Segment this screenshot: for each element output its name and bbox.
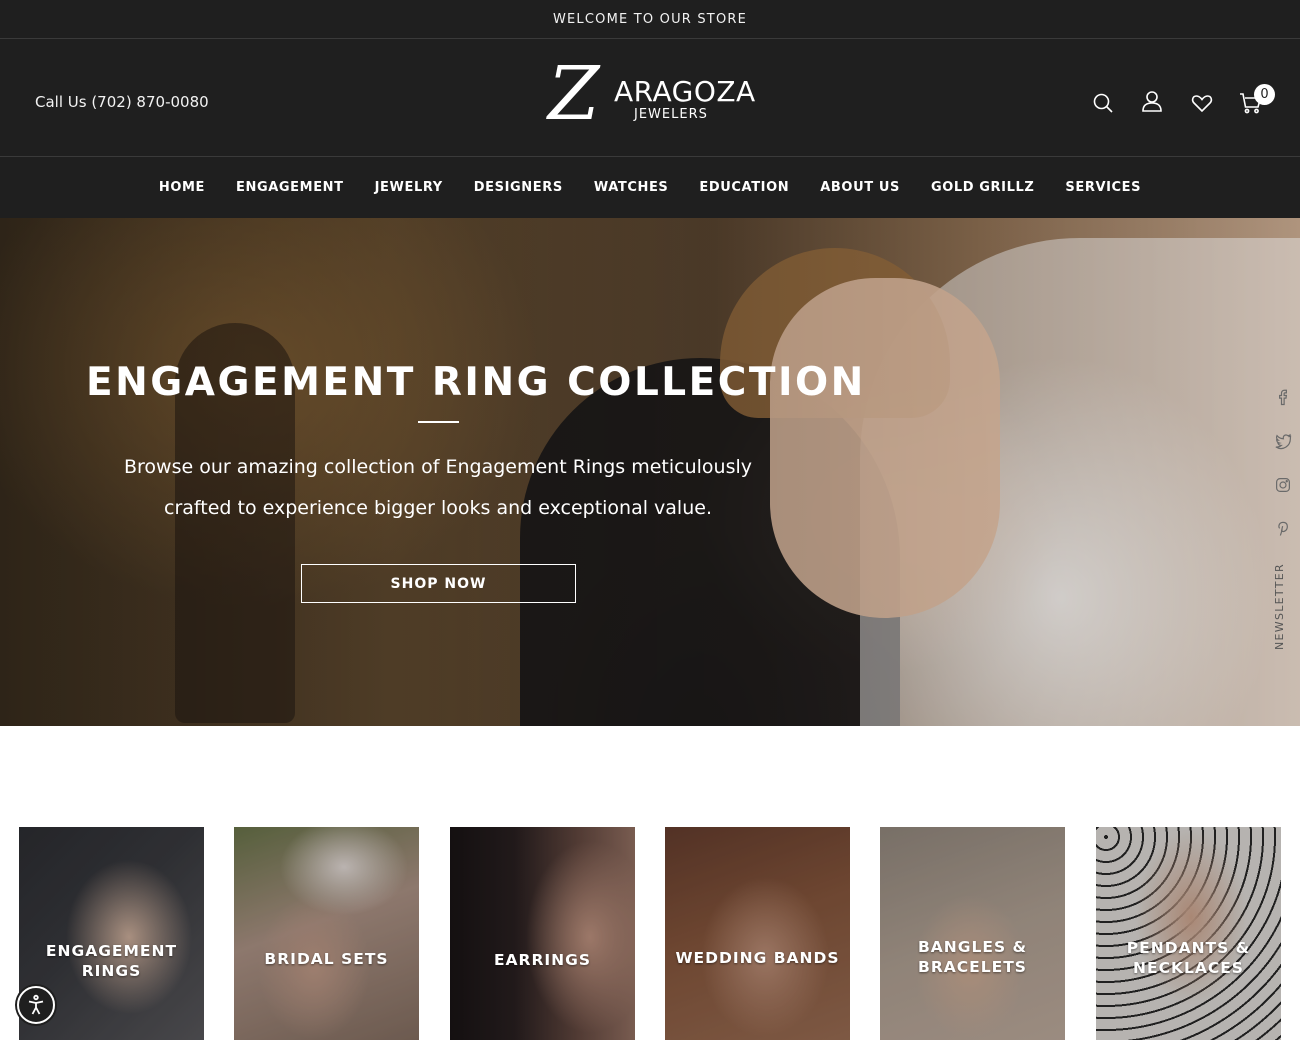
- category-label-line1: WEDDING BANDS: [675, 949, 840, 967]
- category-label: BANGLES & BRACELETS: [880, 937, 1065, 977]
- nav-item-watches[interactable]: WATCHES: [578, 180, 684, 195]
- hero-title: ENGAGEMENT RING COLLECTION: [86, 360, 866, 405]
- newsletter-tab[interactable]: NEWSLETTER: [1273, 563, 1286, 650]
- site-logo[interactable]: Z ARAGOZA JEWELERS: [548, 57, 773, 135]
- pinterest-icon[interactable]: [1272, 519, 1294, 541]
- facebook-icon[interactable]: [1272, 388, 1294, 410]
- nav-item-designers[interactable]: DESIGNERS: [458, 180, 578, 195]
- nav-item-about-us[interactable]: ABOUT US: [805, 180, 916, 195]
- instagram-icon[interactable]: [1272, 476, 1294, 498]
- category-label-line1: ENGAGEMENT: [45, 942, 178, 960]
- nav-item-jewelry[interactable]: JEWELRY: [359, 180, 458, 195]
- announcement-bar: WELCOME TO OUR STORE: [0, 0, 1300, 39]
- main-navigation: HOME ENGAGEMENT JEWELRY DESIGNERS WATCHE…: [0, 157, 1300, 218]
- hero-banner: ENGAGEMENT RING COLLECTION Browse our am…: [0, 218, 1300, 726]
- hero-description-line1: Browse our amazing collection of Engagem…: [123, 456, 752, 478]
- category-label: BRIDAL SETS: [234, 949, 419, 969]
- accessibility-button[interactable]: [17, 986, 55, 1024]
- category-label-line2: NECKLACES: [1133, 959, 1244, 977]
- nav-item-gold-grillz[interactable]: GOLD GRILLZ: [915, 180, 1049, 195]
- category-tile-earrings[interactable]: EARRINGS: [450, 827, 635, 1040]
- hero-divider: [418, 421, 459, 423]
- logo-subtitle: JEWELERS: [634, 107, 708, 122]
- logo-initial: Z: [548, 51, 600, 137]
- nav-item-home[interactable]: HOME: [143, 180, 220, 195]
- category-tile-wedding-bands[interactable]: WEDDING BANDS: [665, 827, 850, 1040]
- category-label: WEDDING BANDS: [665, 948, 850, 968]
- hero-description-line2: crafted to experience bigger looks and e…: [164, 497, 712, 519]
- category-label-line1: EARRINGS: [493, 951, 592, 969]
- site-header: Call Us (702) 870-0080 Z ARAGOZA JEWELER…: [0, 39, 1300, 157]
- nav-item-engagement[interactable]: ENGAGEMENT: [221, 180, 360, 195]
- category-label-line2: BRACELETS: [918, 958, 1027, 976]
- category-label: ENGAGEMENT RINGS: [19, 941, 204, 981]
- cart-count-badge: 0: [1254, 84, 1275, 105]
- account-icon[interactable]: [1140, 89, 1164, 113]
- category-label: EARRINGS: [450, 950, 635, 970]
- category-tile-pendants-necklaces[interactable]: PENDANTS & NECKLACES: [1096, 827, 1281, 1040]
- shop-now-button[interactable]: SHOP NOW: [301, 564, 576, 603]
- search-icon[interactable]: [1091, 91, 1115, 115]
- announcement-text: WELCOME TO OUR STORE: [552, 11, 748, 27]
- category-tile-bridal-sets[interactable]: BRIDAL SETS: [234, 827, 419, 1040]
- wishlist-heart-icon[interactable]: [1190, 91, 1214, 115]
- category-label-line1: BANGLES &: [917, 938, 1028, 956]
- nav-item-education[interactable]: EDUCATION: [684, 180, 805, 195]
- twitter-icon[interactable]: [1272, 432, 1294, 454]
- logo-name: ARAGOZA: [614, 75, 756, 108]
- hero-description: Browse our amazing collection of Engagem…: [80, 447, 796, 529]
- category-tile-bangles-bracelets[interactable]: BANGLES & BRACELETS: [880, 827, 1065, 1040]
- category-label-line1: PENDANTS &: [1126, 939, 1251, 957]
- phone-number[interactable]: Call Us (702) 870-0080: [35, 93, 209, 111]
- category-label-line1: BRIDAL SETS: [264, 950, 389, 968]
- nav-item-services[interactable]: SERVICES: [1050, 180, 1157, 195]
- accessibility-icon: [28, 994, 44, 1015]
- category-label-line2: RINGS: [81, 962, 142, 980]
- category-label: PENDANTS & NECKLACES: [1096, 938, 1281, 978]
